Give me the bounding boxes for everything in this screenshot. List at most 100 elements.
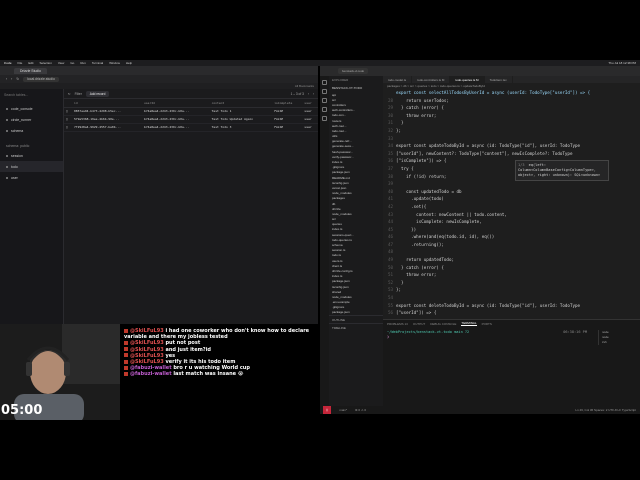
extensions-icon[interactable]	[322, 116, 327, 121]
refresh-icon[interactable]: ↻	[68, 92, 71, 96]
table-cell[interactable]: FALSE	[272, 107, 303, 116]
table-cell[interactable]: 0857ea94-b473-4298-b5ec...	[71, 107, 143, 116]
sidebar-table-user[interactable]: user	[0, 172, 63, 183]
vscode-titlebar: benstack-vt-todo	[320, 66, 640, 76]
line-number: 50	[387, 264, 393, 270]
panel-tab-output[interactable]: OUTPUT	[413, 322, 425, 326]
remote-indicator[interactable]: ⟩⟨	[323, 406, 332, 414]
table-cell[interactable]: user	[302, 123, 318, 132]
table-row[interactable]: □ 0857ea94-b473-4298-b5ec... b74a8ea4-d2…	[64, 107, 318, 116]
code-line: 54	[383, 294, 640, 302]
line-number: 48	[387, 249, 393, 255]
row-checkbox[interactable]: □	[64, 107, 72, 116]
table-cell[interactable]: b74a8ea4-d243-439c-b0a...	[142, 123, 210, 132]
table-cell[interactable]: Test Todo 1	[209, 107, 273, 116]
project-name[interactable]: BENSTACK-VT-TODO	[329, 84, 383, 92]
reload-icon[interactable]: ↻	[16, 77, 19, 81]
menu-window[interactable]: Window	[109, 61, 120, 65]
row-checkbox[interactable]: □	[64, 115, 72, 124]
editor-tab[interactable]: todo-model.ts	[383, 76, 413, 83]
terminal[interactable]: ~/WebProjects/benstack-vt-todo main ?2 06…	[387, 330, 587, 340]
editor-tab[interactable]: TodoItem.tsx	[485, 76, 513, 83]
browser-tab[interactable]: Drizzle Studio	[14, 67, 47, 74]
code-line: 47 .returning();	[383, 241, 640, 249]
menu-go[interactable]: Go	[70, 61, 74, 65]
column-header[interactable]: id	[71, 99, 143, 108]
panel-tab-ports[interactable]: PORTS	[482, 322, 492, 326]
column-header[interactable]	[64, 99, 72, 108]
code-text: isComplete: newIsComplete,	[396, 219, 482, 225]
search-icon[interactable]	[322, 89, 327, 94]
table-row[interactable]: □ 579e5368-19ee-4b6b-90e... b74a8ea4-d24…	[64, 115, 318, 124]
table-cell[interactable]: 7f29d8a4-9929-4557-be0b...	[71, 123, 143, 132]
grid-toolbar: ↻ Filter Add record 1 – 3 of 3 ‹ ›	[64, 89, 318, 99]
menu-code[interactable]: Code	[4, 61, 12, 65]
status-errors[interactable]: ⊗ 0 ⚠ 0	[355, 408, 366, 412]
sidebar-table-todo[interactable]: todo	[0, 161, 63, 172]
code-area[interactable]: export const selectAllTodosByUserId = as…	[383, 89, 640, 317]
sidebar-table-session[interactable]: session	[0, 150, 63, 161]
terminal-instance[interactable]: zsh	[602, 340, 636, 345]
table-search-input[interactable]: Search tables...	[4, 93, 59, 97]
table-cell[interactable]: FALSE	[272, 115, 303, 124]
next-page-icon[interactable]: ›	[313, 92, 314, 96]
table-row[interactable]: □ 7f29d8a4-9929-4557-be0b... b74a8ea4-d2…	[64, 123, 318, 132]
vscode-window-title[interactable]: benstack-vt-todo	[338, 68, 369, 74]
table-cell[interactable]: user	[302, 115, 318, 124]
code-text: export const updateTodoById = async (id:…	[396, 143, 581, 149]
editor-tab[interactable]: todo-controllers.ts M	[412, 76, 451, 83]
outline-section[interactable]: OUTLINE	[329, 315, 383, 323]
column-header[interactable]: user	[302, 99, 318, 108]
status-right[interactable]: Ln 46, Col 36 Spaces: 2 UTF-8 LF TypeScr…	[575, 408, 640, 412]
prev-page-icon[interactable]: ‹	[308, 92, 309, 96]
code-text: throw error;	[396, 112, 437, 118]
menu-terminal[interactable]: Terminal	[92, 61, 103, 65]
hover-tooltip: 1/3 eq(left: Column<ColumnBaseConfig<Col…	[515, 160, 609, 181]
panel-tab-problems[interactable]: PROBLEMS 13	[387, 322, 408, 326]
add-record-button[interactable]: Add record	[85, 90, 110, 97]
file-tree: api src controllers auth-controllers... todo…	[329, 92, 383, 315]
menu-edit[interactable]: Edit	[28, 61, 33, 65]
menu-selection[interactable]: Selection	[40, 61, 52, 65]
menu-run[interactable]: Run	[80, 61, 86, 65]
bookmarks-label[interactable]: All Bookmarks	[295, 84, 318, 88]
panel-tab-debug[interactable]: DEBUG CONSOLE	[430, 322, 456, 326]
table-cell[interactable]: Test Todo 3	[209, 123, 273, 132]
line-number: 31	[387, 120, 393, 126]
menu-file[interactable]: File	[18, 61, 23, 65]
table-cell[interactable]: FALSE	[272, 123, 303, 132]
code-line: 35 ["userId"], newContent?: TodoType["con…	[383, 150, 640, 158]
menu-view[interactable]: View	[58, 61, 64, 65]
sidebar-table-circle-runner[interactable]: circle_runner	[0, 114, 63, 125]
timeline-section[interactable]: TIMELINE	[329, 323, 383, 331]
table-cell[interactable]: 579e5368-19ee-4b6b-90e...	[71, 115, 143, 124]
filter-button[interactable]: Filter	[75, 92, 82, 96]
panel-tab-terminal[interactable]: TERMINAL	[461, 321, 477, 326]
source-control-icon[interactable]	[322, 98, 327, 103]
table-cell[interactable]: b74a8ea4-d243-439c-b0a...	[142, 107, 210, 116]
code-text: ["userId"], newContent?: TodoType["conte…	[396, 150, 573, 156]
table-cell[interactable]: b74a8ea4-d243-439c-b0a...	[142, 115, 210, 124]
problems-badge: 13	[404, 321, 408, 326]
table-cell[interactable]: user	[302, 107, 318, 116]
table-cell[interactable]: Test Todo Updated Again	[209, 115, 273, 124]
sidebar-table-schema[interactable]: schema	[0, 125, 63, 136]
code-line: 44 isComplete: newIsComplete,	[383, 218, 640, 226]
column-header[interactable]: userId	[142, 99, 210, 108]
run-debug-icon[interactable]	[322, 107, 327, 112]
status-branch[interactable]: main*	[339, 408, 347, 412]
row-checkbox[interactable]: □	[64, 123, 72, 132]
code-line: 33	[383, 135, 640, 143]
menu-help[interactable]: Help	[126, 61, 132, 65]
column-header[interactable]: content	[209, 99, 273, 108]
back-icon[interactable]: ‹	[6, 77, 7, 81]
column-header[interactable]: isComplete	[272, 99, 303, 108]
forward-icon[interactable]: ›	[11, 77, 12, 81]
editor-tab-active[interactable]: todo-queries.ts M	[450, 76, 485, 83]
record-count: 1 – 3 of 3	[290, 91, 304, 96]
explorer-icon[interactable]	[322, 80, 327, 85]
sidebar-table-code-console[interactable]: code_console	[0, 103, 63, 114]
url-input[interactable]: local.drizzle.studio	[23, 76, 59, 82]
schema-selector[interactable]: schema: public	[0, 142, 63, 150]
chat-username: @SkiLFuL93	[130, 346, 164, 353]
